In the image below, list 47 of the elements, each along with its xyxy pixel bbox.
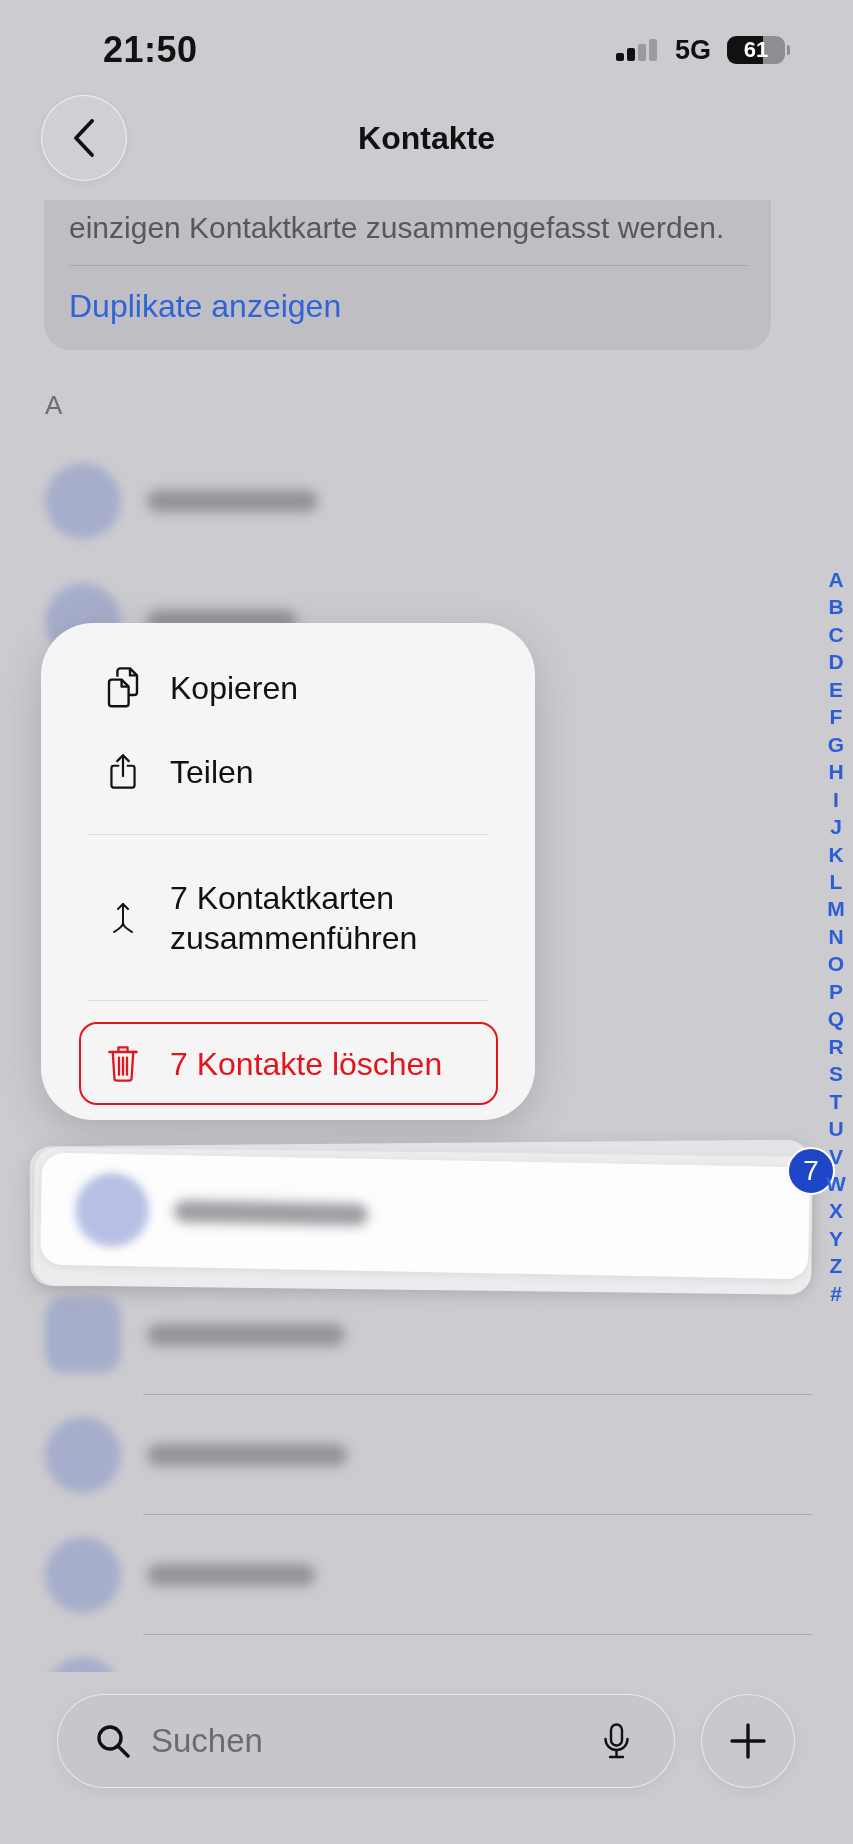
index-letter[interactable]: P [829, 977, 843, 1006]
index-letter[interactable]: R [828, 1032, 844, 1061]
index-letter[interactable]: J [830, 813, 842, 841]
documents-icon [106, 666, 140, 709]
index-letter[interactable]: O [827, 950, 845, 978]
index-letter[interactable]: X [829, 1197, 843, 1225]
info-text: einzigen Kontaktkarte zusammengefasst werden. [69, 210, 725, 246]
trash-icon [107, 1044, 139, 1083]
search-field[interactable]: Suchen [151, 1719, 582, 1763]
index-letter[interactable]: Y [829, 1224, 843, 1253]
index-letter[interactable]: H [828, 758, 844, 786]
section-letter: A [45, 390, 63, 420]
share-icon [108, 753, 138, 790]
signal-icon [615, 39, 659, 61]
index-letter[interactable]: A [828, 566, 844, 594]
index-letter[interactable]: C [828, 620, 844, 649]
index-letter[interactable]: S [829, 1060, 843, 1088]
menu-item[interactable]: Teilen [79, 730, 498, 813]
network-label: 5G [674, 34, 711, 66]
index-letter[interactable]: F [829, 703, 843, 731]
status-time: 21:50 [103, 29, 198, 71]
merge-arrow-icon [112, 900, 134, 935]
microphone-icon[interactable] [603, 1723, 630, 1759]
menu-item[interactable]: Kopieren [79, 645, 498, 730]
index-letter[interactable]: # [830, 1279, 842, 1308]
index-letter[interactable]: B [828, 593, 844, 621]
index-letter[interactable]: Z [829, 1252, 843, 1280]
battery-indicator: 61 [727, 36, 790, 64]
index-letter[interactable]: L [829, 868, 843, 896]
search-icon [96, 1724, 130, 1758]
duplicates-link[interactable]: Duplikate anzeigen [69, 286, 342, 326]
index-letter[interactable]: G [827, 730, 845, 759]
index-letter[interactable]: I [833, 785, 839, 814]
index-letter[interactable]: K [828, 840, 844, 868]
delete-menu-item[interactable]: 7 Kontakte löschen [79, 1022, 498, 1105]
page-title: Kontakte [358, 119, 495, 157]
search-bar[interactable]: Suchen [57, 1694, 675, 1788]
index-letter[interactable]: M [827, 895, 845, 923]
index-letter[interactable]: E [829, 675, 843, 704]
index-letter[interactable]: Q [827, 1005, 845, 1033]
index-letter[interactable]: N [828, 922, 844, 951]
index-letter[interactable]: D [828, 648, 844, 676]
index-letter[interactable]: U [828, 1115, 844, 1143]
menu-item[interactable]: 7 Kontaktkarten zusammenführen [79, 856, 498, 979]
index-letter[interactable]: T [829, 1087, 843, 1116]
chevron-left-icon [73, 119, 95, 157]
plus-icon [730, 1723, 766, 1759]
